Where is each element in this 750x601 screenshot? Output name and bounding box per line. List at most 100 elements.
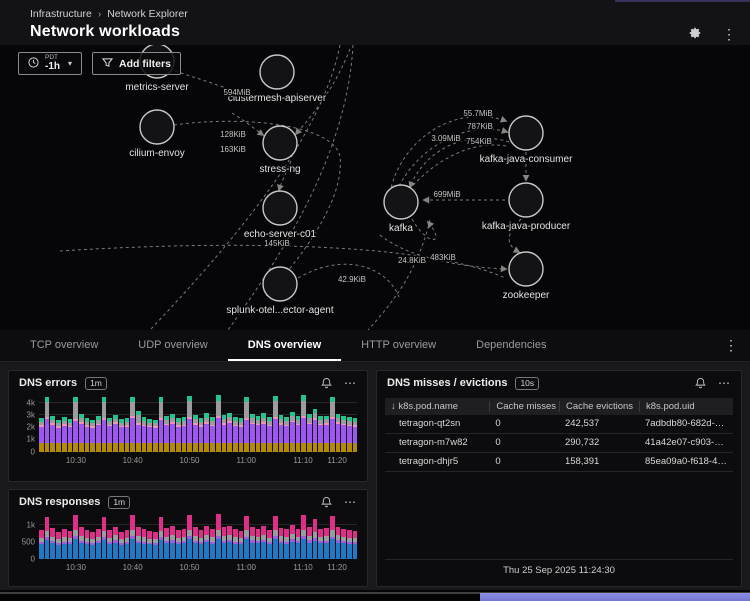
column-header[interactable]: ↓ k8s.pod.name — [385, 401, 489, 412]
stacked-bar[interactable] — [142, 515, 147, 559]
stacked-bar[interactable] — [307, 515, 312, 559]
stacked-bar[interactable] — [290, 515, 295, 559]
stacked-bar[interactable] — [73, 515, 78, 559]
stacked-bar[interactable] — [222, 515, 227, 559]
stacked-bar[interactable] — [204, 515, 209, 559]
graph-node-splunk-otel...ector-agent[interactable] — [263, 267, 297, 301]
stacked-bar[interactable] — [347, 396, 352, 452]
stacked-bar[interactable] — [199, 515, 204, 559]
graph-node-stress-ng[interactable] — [263, 126, 297, 160]
stacked-bar[interactable] — [279, 396, 284, 452]
stacked-bar[interactable] — [96, 515, 101, 559]
stacked-bar[interactable] — [318, 515, 323, 559]
stacked-bar[interactable] — [330, 396, 335, 452]
stacked-bar[interactable] — [56, 515, 61, 559]
stacked-bar[interactable] — [256, 396, 261, 452]
stacked-bar[interactable] — [284, 396, 289, 452]
stacked-bar[interactable] — [341, 515, 346, 559]
stacked-bar[interactable] — [239, 515, 244, 559]
stacked-bar[interactable] — [107, 515, 112, 559]
table-header-row[interactable]: ↓ k8s.pod.nameCache missesCache eviction… — [385, 398, 733, 415]
stacked-bar[interactable] — [119, 515, 124, 559]
stacked-bar[interactable] — [313, 515, 318, 559]
tabbar-kebab-menu-icon[interactable]: ⋮ — [724, 338, 738, 352]
stacked-bar[interactable] — [216, 396, 221, 452]
stacked-bar[interactable] — [125, 396, 130, 452]
stacked-bar[interactable] — [210, 515, 215, 559]
stacked-bar[interactable] — [210, 396, 215, 452]
stacked-bar[interactable] — [239, 396, 244, 452]
stacked-bar[interactable] — [256, 515, 261, 559]
stacked-bar[interactable] — [324, 396, 329, 452]
stacked-bar[interactable] — [250, 515, 255, 559]
column-header[interactable]: Cache evictions — [559, 401, 639, 412]
stacked-bar[interactable] — [353, 515, 358, 559]
stacked-bar[interactable] — [113, 515, 118, 559]
stacked-bar[interactable] — [347, 515, 352, 559]
stacked-bar[interactable] — [216, 515, 221, 559]
stacked-bar[interactable] — [159, 515, 164, 559]
panel-kebab-menu-icon[interactable]: ⋯ — [718, 379, 731, 387]
alert-bell-icon[interactable] — [695, 377, 706, 389]
stacked-bar[interactable] — [336, 515, 341, 559]
stacked-bar[interactable] — [296, 515, 301, 559]
graph-node-kafka-java-consumer[interactable] — [509, 116, 543, 150]
stacked-bar[interactable] — [204, 396, 209, 452]
stacked-bar[interactable] — [102, 515, 107, 559]
stacked-bar[interactable] — [267, 515, 272, 559]
stacked-bar[interactable] — [50, 396, 55, 452]
stacked-bar[interactable] — [73, 396, 78, 452]
stacked-bar[interactable] — [341, 396, 346, 452]
alert-bell-icon[interactable] — [321, 496, 332, 508]
stacked-bar[interactable] — [125, 515, 130, 559]
stacked-bar[interactable] — [193, 515, 198, 559]
alert-bell-icon[interactable] — [321, 377, 332, 389]
stacked-bar[interactable] — [68, 396, 73, 452]
stacked-bar[interactable] — [68, 515, 73, 559]
stacked-bar[interactable] — [244, 396, 249, 452]
stacked-bar[interactable] — [227, 515, 232, 559]
table-row[interactable]: tetragon-dhjr50158,39185ea09a0-f618-44e1… — [385, 453, 733, 472]
stacked-bar[interactable] — [142, 396, 147, 452]
stacked-bar[interactable] — [45, 515, 50, 559]
stacked-bar[interactable] — [336, 396, 341, 452]
stacked-bar[interactable] — [56, 396, 61, 452]
stacked-bar[interactable] — [324, 515, 329, 559]
time-range-picker[interactable]: PDT -1h ▾ — [18, 52, 82, 75]
stacked-bar[interactable] — [136, 396, 141, 452]
stacked-bar[interactable] — [244, 515, 249, 559]
stacked-bar[interactable] — [50, 515, 55, 559]
graph-node-echo-server-c01[interactable] — [263, 191, 297, 225]
stacked-bar[interactable] — [39, 515, 44, 559]
panel-kebab-menu-icon[interactable]: ⋯ — [344, 379, 357, 387]
stacked-bar[interactable] — [62, 396, 67, 452]
stacked-bar[interactable] — [39, 396, 44, 452]
stacked-bar[interactable] — [130, 515, 135, 559]
workload-dependency-graph[interactable]: metrics-serverclustermesh-apiserverciliu… — [0, 45, 750, 330]
stacked-bar[interactable] — [187, 515, 192, 559]
graph-node-kafka[interactable] — [384, 185, 418, 219]
graph-node-kafka-java-producer[interactable] — [509, 183, 543, 217]
tab-udp-overview[interactable]: UDP overview — [118, 330, 228, 361]
stacked-bar[interactable] — [119, 396, 124, 452]
stacked-bar[interactable] — [96, 396, 101, 452]
stacked-bar[interactable] — [79, 396, 84, 452]
stacked-bar[interactable] — [284, 515, 289, 559]
stacked-bar[interactable] — [193, 396, 198, 452]
stacked-bar[interactable] — [187, 396, 192, 452]
settings-gear-icon[interactable] — [688, 26, 702, 42]
stacked-bar[interactable] — [113, 396, 118, 452]
graph-node-zookeeper[interactable] — [509, 252, 543, 286]
stacked-bar[interactable] — [136, 515, 141, 559]
tab-tcp-overview[interactable]: TCP overview — [10, 330, 118, 361]
stacked-bar[interactable] — [273, 515, 278, 559]
stacked-bar[interactable] — [222, 396, 227, 452]
stacked-bar[interactable] — [182, 396, 187, 452]
stacked-bar[interactable] — [261, 515, 266, 559]
column-header[interactable]: k8s.pod.uid — [639, 401, 733, 412]
stacked-bar[interactable] — [227, 396, 232, 452]
table-row[interactable]: tetragon-m7w820290,73241a42e07-c903-4d25… — [385, 434, 733, 453]
table-row[interactable]: tetragon-qt2sn0242,5377adbdb80-682d-419c… — [385, 415, 733, 434]
stacked-bar[interactable] — [153, 396, 158, 452]
stacked-bar[interactable] — [261, 396, 266, 452]
